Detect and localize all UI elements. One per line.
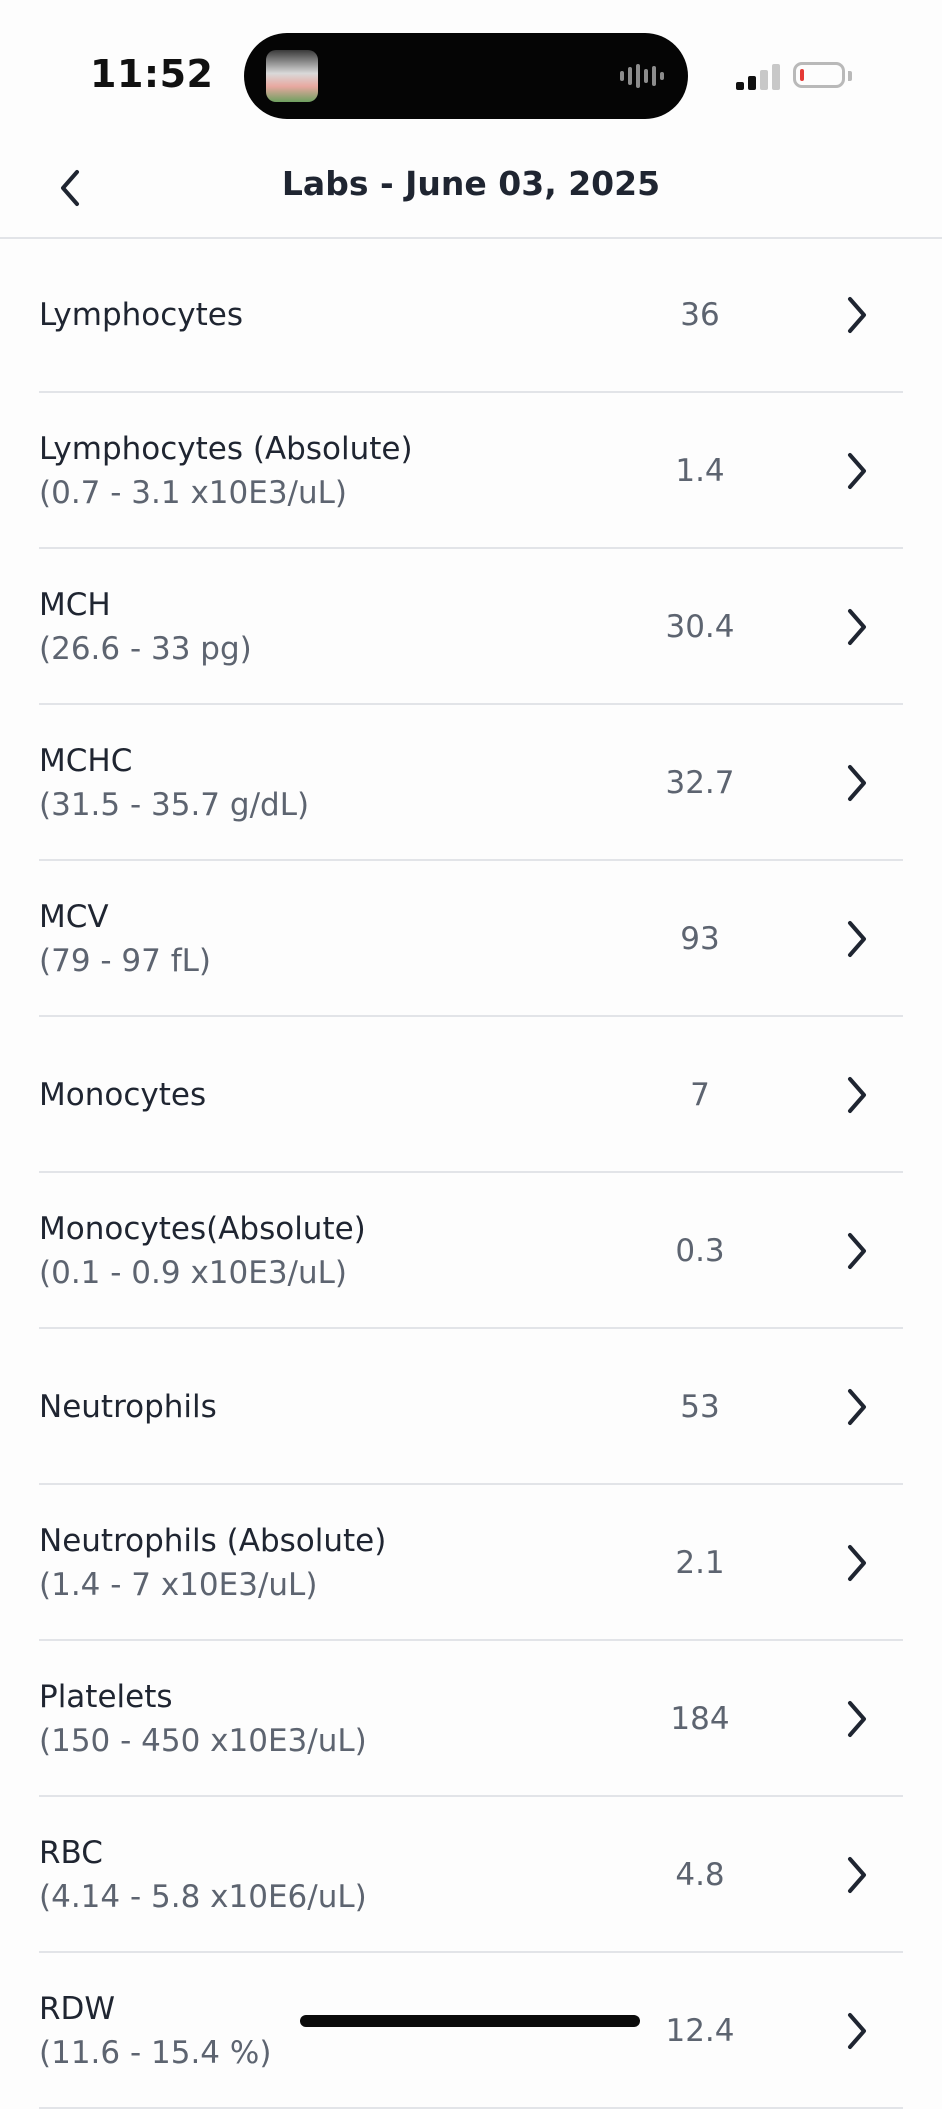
lab-row-lymphocytes[interactable]: Lymphocytes 36	[0, 237, 942, 393]
lab-value: 12.4	[665, 2013, 735, 2049]
chevron-right-icon	[848, 609, 866, 645]
lab-label-group: Lymphocytes	[39, 237, 243, 393]
lab-row-mchc[interactable]: MCHC (31.5 - 35.7 g/dL) 32.7	[0, 705, 942, 861]
lab-row-mcv[interactable]: MCV (79 - 97 fL) 93	[0, 861, 942, 1017]
lab-value: 32.7	[665, 765, 735, 801]
lab-row-neutrophils[interactable]: Neutrophils 53	[0, 1329, 942, 1485]
lab-label-group: Neutrophils	[39, 1329, 217, 1485]
battery-icon	[793, 62, 845, 88]
lab-row-lymphocytes-absolute[interactable]: Lymphocytes (Absolute) (0.7 - 3.1 x10E3/…	[0, 393, 942, 549]
chevron-right-icon	[848, 1233, 866, 1269]
lab-value: 0.3	[675, 1233, 725, 1269]
lab-name: Lymphocytes (Absolute)	[39, 431, 413, 467]
lab-label-group: Monocytes(Absolute) (0.1 - 0.9 x10E3/uL)	[39, 1173, 366, 1329]
now-playing-artwork	[266, 50, 318, 102]
lab-label-group: Platelets (150 - 450 x10E3/uL)	[39, 1641, 367, 1797]
lab-row-rdw[interactable]: RDW (11.6 - 15.4 %) 12.4	[0, 1953, 942, 2109]
lab-reference-range: (79 - 97 fL)	[39, 943, 212, 979]
lab-name: Neutrophils	[39, 1389, 217, 1425]
lab-label-group: RBC (4.14 - 5.8 x10E6/uL)	[39, 1797, 367, 1953]
lab-label-group: RDW (11.6 - 15.4 %)	[39, 1953, 271, 2109]
chevron-right-icon	[848, 1701, 866, 1737]
lab-reference-range: (4.14 - 5.8 x10E6/uL)	[39, 1879, 367, 1915]
lab-name: Platelets	[39, 1679, 173, 1715]
battery-cap	[848, 71, 852, 81]
chevron-right-icon	[848, 297, 866, 333]
lab-row-monocytes-absolute[interactable]: Monocytes(Absolute) (0.1 - 0.9 x10E3/uL)…	[0, 1173, 942, 1329]
lab-row-mch[interactable]: MCH (26.6 - 33 pg) 30.4	[0, 549, 942, 705]
lab-value: 53	[680, 1389, 720, 1425]
lab-reference-range: (0.7 - 3.1 x10E3/uL)	[39, 475, 348, 511]
dynamic-island[interactable]	[244, 33, 688, 119]
cellular-signal-icon	[736, 62, 780, 90]
lab-value: 2.1	[675, 1545, 725, 1581]
lab-name: Neutrophils (Absolute)	[39, 1523, 387, 1559]
lab-label-group: MCH (26.6 - 33 pg)	[39, 549, 252, 705]
lab-reference-range: (11.6 - 15.4 %)	[39, 2035, 272, 2071]
lab-row-platelets[interactable]: Platelets (150 - 450 x10E3/uL) 184	[0, 1641, 942, 1797]
lab-results-list: Lymphocytes 36 Lymphocytes (Absolute) (0…	[0, 237, 942, 2109]
battery-level	[800, 69, 804, 81]
lab-name: Monocytes	[39, 1077, 207, 1113]
chevron-right-icon	[848, 1077, 866, 1113]
chevron-right-icon	[848, 921, 866, 957]
audio-waveform-icon	[620, 64, 664, 88]
lab-value: 184	[670, 1701, 730, 1737]
lab-reference-range: (1.4 - 7 x10E3/uL)	[39, 1567, 318, 1603]
status-bar: 11:52	[0, 0, 942, 140]
lab-value: 30.4	[665, 609, 735, 645]
chevron-right-icon	[848, 1545, 866, 1581]
lab-value: 4.8	[675, 1857, 725, 1893]
lab-value: 1.4	[675, 453, 725, 489]
lab-row-neutrophils-absolute[interactable]: Neutrophils (Absolute) (1.4 - 7 x10E3/uL…	[0, 1485, 942, 1641]
lab-value: 93	[680, 921, 720, 957]
lab-row-monocytes[interactable]: Monocytes 7	[0, 1017, 942, 1173]
lab-name: Monocytes(Absolute)	[39, 1211, 366, 1247]
chevron-right-icon	[848, 453, 866, 489]
page-title: Labs - June 03, 2025	[281, 164, 661, 203]
lab-reference-range: (150 - 450 x10E3/uL)	[39, 1723, 367, 1759]
chevron-right-icon	[848, 1389, 866, 1425]
chevron-right-icon	[848, 2013, 866, 2049]
lab-reference-range: (31.5 - 35.7 g/dL)	[39, 787, 310, 823]
lab-reference-range: (26.6 - 33 pg)	[39, 631, 252, 667]
lab-value: 7	[690, 1077, 710, 1113]
lab-name: MCH	[39, 587, 111, 623]
lab-label-group: MCV (79 - 97 fL)	[39, 861, 211, 1017]
lab-name: Lymphocytes	[39, 297, 244, 333]
navigation-bar: Labs - June 03, 2025	[0, 140, 942, 239]
lab-value: 36	[680, 297, 720, 333]
lab-row-rbc[interactable]: RBC (4.14 - 5.8 x10E6/uL) 4.8	[0, 1797, 942, 1953]
lab-label-group: Lymphocytes (Absolute) (0.7 - 3.1 x10E3/…	[39, 393, 413, 549]
lab-reference-range: (0.1 - 0.9 x10E3/uL)	[39, 1255, 348, 1291]
home-indicator[interactable]	[300, 2015, 640, 2027]
status-time: 11:52	[90, 52, 214, 96]
lab-label-group: Neutrophils (Absolute) (1.4 - 7 x10E3/uL…	[39, 1485, 386, 1641]
lab-label-group: Monocytes	[39, 1017, 206, 1173]
chevron-right-icon	[848, 1857, 866, 1893]
lab-label-group: MCHC (31.5 - 35.7 g/dL)	[39, 705, 309, 861]
chevron-right-icon	[848, 765, 866, 801]
lab-name: MCHC	[39, 743, 133, 779]
lab-name: MCV	[39, 899, 109, 935]
lab-name: RBC	[39, 1835, 103, 1871]
lab-name: RDW	[39, 1991, 116, 2027]
